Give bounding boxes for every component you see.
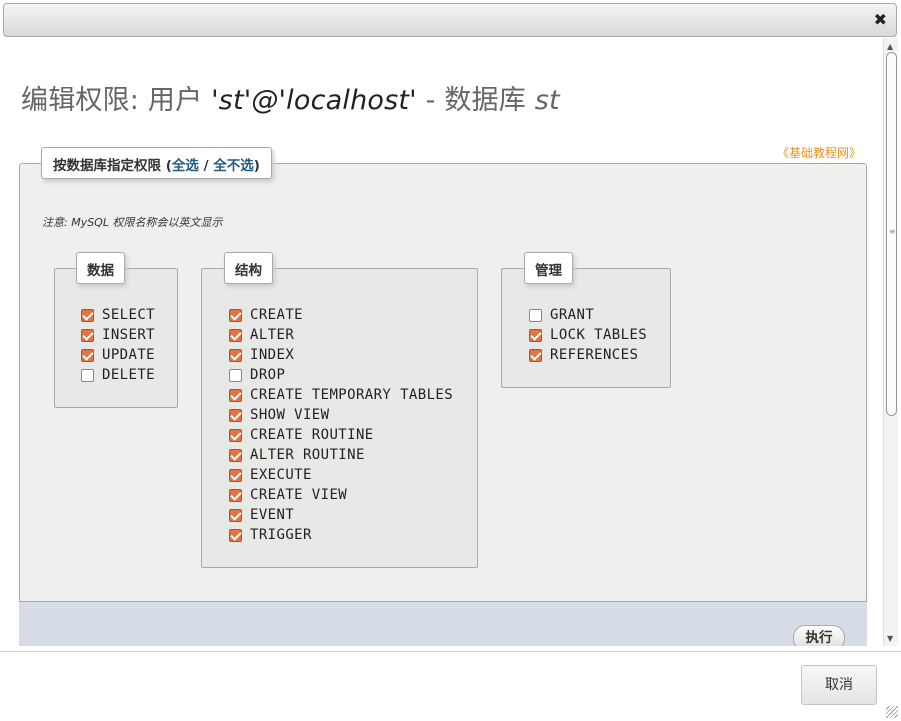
privilege-label[interactable]: CREATE VIEW (250, 487, 347, 503)
privilege-item[interactable]: REFERENCES (529, 345, 647, 365)
fieldset-legend: 按数据库指定权限 (全选 / 全不选) (41, 147, 272, 179)
privilege-label[interactable]: CREATE TEMPORARY TABLES (250, 387, 453, 403)
select-all-link[interactable]: 全选 (172, 158, 199, 174)
privilege-item[interactable]: UPDATE (81, 345, 155, 365)
legend-prefix: 按数据库指定权限 ( (53, 158, 172, 174)
group-data-list: SELECT INSERT UPDATE DELETE (81, 305, 155, 385)
privilege-label[interactable]: SHOW VIEW (250, 407, 329, 423)
privilege-label[interactable]: INSERT (102, 327, 155, 343)
scroll-down-icon[interactable]: ▼ (887, 634, 893, 643)
fieldset-footer (19, 601, 867, 646)
privilege-item[interactable]: CREATE VIEW (229, 485, 453, 505)
privilege-label[interactable]: DELETE (102, 367, 155, 383)
privilege-item[interactable]: ALTER ROUTINE (229, 445, 453, 465)
checkbox-checked[interactable] (229, 408, 242, 422)
scrollbar[interactable]: ▲ ≡ ▼ (883, 38, 898, 646)
group-data-legend: 数据 (76, 252, 125, 284)
checkbox-checked[interactable] (229, 468, 242, 482)
privilege-label[interactable]: CREATE (250, 307, 303, 323)
privilege-label[interactable]: EVENT (250, 507, 294, 523)
execute-button[interactable]: 执行 (793, 625, 845, 646)
checkbox-checked[interactable] (229, 528, 242, 542)
privilege-item[interactable]: TRIGGER (229, 525, 453, 545)
checkbox-unchecked[interactable] (529, 308, 542, 322)
privilege-item[interactable]: EVENT (229, 505, 453, 525)
privilege-label[interactable]: REFERENCES (550, 347, 638, 363)
page-title: 编辑权限: 用户 'st'@'localhost' - 数据库 st (21, 78, 560, 117)
privilege-item[interactable]: ALTER (229, 325, 453, 345)
privilege-item[interactable]: EXECUTE (229, 465, 453, 485)
checkbox-checked[interactable] (229, 328, 242, 342)
checkbox-checked[interactable] (81, 348, 94, 362)
group-structure-list: CREATE ALTER INDEX DROP CREATE TEMPORARY TAB… (229, 305, 453, 545)
group-structure-legend: 结构 (224, 252, 273, 284)
privilege-item[interactable]: LOCK TABLES (529, 325, 647, 345)
grip-icon: ≡ (889, 227, 896, 236)
checkbox-checked[interactable] (229, 448, 242, 462)
scroll-thumb[interactable]: ≡ (886, 52, 897, 416)
checkbox-checked[interactable] (529, 328, 542, 342)
dialog-content: 编辑权限: 用户 'st'@'localhost' - 数据库 st 《基础教程… (0, 38, 883, 646)
resize-grip-icon[interactable] (886, 706, 898, 718)
dialog-titlebar: ✖ (3, 3, 897, 37)
checkbox-unchecked[interactable] (81, 368, 94, 382)
checkbox-unchecked[interactable] (229, 368, 242, 382)
privilege-label[interactable]: UPDATE (102, 347, 155, 363)
privilege-label[interactable]: CREATE ROUTINE (250, 427, 374, 443)
privilege-label[interactable]: EXECUTE (250, 467, 312, 483)
group-admin-list: GRANT LOCK TABLES REFERENCES (529, 305, 647, 365)
checkbox-checked[interactable] (81, 328, 94, 342)
checkbox-checked[interactable] (529, 348, 542, 362)
privilege-item[interactable]: SHOW VIEW (229, 405, 453, 425)
scroll-up-icon[interactable]: ▲ (887, 42, 893, 51)
privilege-label[interactable]: DROP (250, 367, 285, 383)
privilege-label[interactable]: ALTER (250, 327, 294, 343)
privilege-label[interactable]: GRANT (550, 307, 594, 323)
privilege-item[interactable]: CREATE ROUTINE (229, 425, 453, 445)
privilege-label[interactable]: INDEX (250, 347, 294, 363)
cancel-button[interactable]: 取消 (801, 665, 877, 705)
privilege-item[interactable]: INSERT (81, 325, 155, 345)
select-none-link[interactable]: 全不选 (213, 158, 254, 174)
legend-suffix: ) (253, 158, 260, 174)
privilege-label[interactable]: SELECT (102, 307, 155, 323)
privilege-item[interactable]: DROP (229, 365, 453, 385)
checkbox-checked[interactable] (229, 348, 242, 362)
checkbox-checked[interactable] (229, 388, 242, 402)
checkbox-checked[interactable] (81, 308, 94, 322)
checkbox-checked[interactable] (229, 488, 242, 502)
privilege-item[interactable]: INDEX (229, 345, 453, 365)
group-admin-legend: 管理 (524, 252, 573, 284)
checkbox-checked[interactable] (229, 308, 242, 322)
doc-link[interactable]: 《基础教程网》 (777, 144, 861, 161)
title-prefix: 编辑权限: 用户 (21, 85, 212, 116)
close-icon[interactable]: ✖ (874, 11, 887, 29)
privilege-item[interactable]: SELECT (81, 305, 155, 325)
privilege-item[interactable]: CREATE (229, 305, 453, 325)
checkbox-checked[interactable] (229, 508, 242, 522)
checkbox-checked[interactable] (229, 428, 242, 442)
privilege-item[interactable]: GRANT (529, 305, 647, 325)
privilege-item[interactable]: DELETE (81, 365, 155, 385)
title-database: st (534, 85, 560, 116)
dialog-footer (0, 651, 901, 721)
note-text: 注意: MySQL 权限名称会以英文显示 (42, 216, 223, 229)
title-separator: - 数据库 (416, 85, 535, 116)
privilege-label[interactable]: ALTER ROUTINE (250, 447, 365, 463)
privilege-label[interactable]: LOCK TABLES (550, 327, 647, 343)
privilege-label[interactable]: TRIGGER (250, 527, 312, 543)
privilege-item[interactable]: CREATE TEMPORARY TABLES (229, 385, 453, 405)
legend-divider: / (198, 158, 214, 174)
title-user: 'st'@'localhost' (211, 85, 417, 116)
